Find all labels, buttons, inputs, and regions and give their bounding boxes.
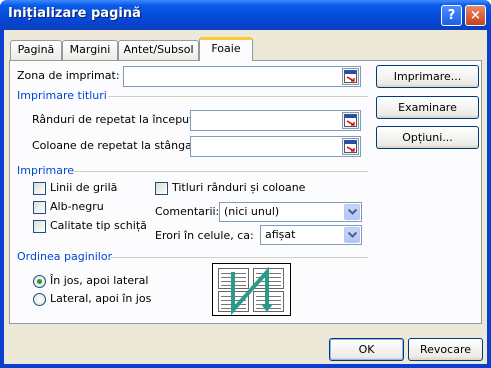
over-then-down-radio[interactable] — [33, 293, 46, 306]
rows-repeat-field[interactable] — [190, 110, 361, 131]
comments-dropdown[interactable]: (nici unul) — [219, 202, 362, 222]
rows-repeat-label: Rânduri de repetat la început: — [32, 113, 198, 126]
preview-button[interactable]: Examinare — [376, 96, 479, 119]
collapse-dialog-icon — [344, 114, 357, 127]
print-area-label: Zona de imprimat: — [17, 69, 120, 82]
cancel-button[interactable]: Revocare — [408, 338, 483, 361]
cols-repeat-field[interactable] — [190, 136, 361, 157]
black-white-label: Alb-negru — [50, 200, 104, 213]
gridlines-checkbox[interactable] — [33, 182, 46, 195]
rows-repeat-collapse-button[interactable] — [342, 112, 359, 129]
tab-header-footer[interactable]: Antet/Subsol — [118, 40, 199, 60]
dialog-window: Inițializare pagină ? × Pagină Margini A… — [0, 0, 491, 368]
gridlines-label: Linii de grilă — [50, 181, 118, 194]
cols-repeat-collapse-button[interactable] — [342, 138, 359, 155]
page-order-diagram-icon — [218, 266, 284, 316]
comments-selected-value: (nici unul) — [224, 205, 280, 218]
print-area-collapse-button[interactable] — [342, 68, 359, 85]
collapse-dialog-icon — [344, 70, 357, 83]
print-titles-divider — [108, 96, 368, 97]
chevron-down-icon — [348, 209, 357, 215]
down-then-over-radio[interactable] — [33, 275, 46, 288]
comments-dropdown-arrow[interactable] — [344, 204, 360, 220]
radio-selected-dot — [37, 279, 42, 284]
page-order-divider — [108, 257, 368, 258]
options-button[interactable]: Opțiuni... — [376, 126, 479, 149]
tab-margins[interactable]: Margini — [62, 40, 118, 60]
errors-label: Erori în celule, ca: — [155, 229, 254, 242]
row-col-headings-label: Titluri rânduri și coloane — [172, 181, 306, 194]
draft-quality-checkbox[interactable] — [33, 220, 46, 233]
print-heading: Imprimare — [17, 164, 75, 177]
over-then-down-label: Lateral, apoi în jos — [50, 292, 152, 305]
errors-dropdown-arrow[interactable] — [344, 227, 360, 243]
chevron-down-icon — [348, 232, 357, 238]
print-area-field[interactable] — [123, 66, 361, 87]
page-order-heading: Ordinea paginilor — [17, 250, 113, 263]
tab-sheet[interactable]: Foaie — [199, 37, 253, 61]
errors-dropdown[interactable]: afișat — [260, 225, 362, 245]
page-order-preview — [212, 263, 291, 316]
dialog-title: Inițializare pagină — [8, 6, 141, 21]
cols-repeat-label: Coloane de repetat la stânga: — [32, 139, 196, 152]
print-divider — [72, 171, 368, 172]
down-then-over-label: În jos, apoi lateral — [50, 274, 149, 287]
row-col-headings-checkbox[interactable] — [155, 182, 168, 195]
close-button[interactable]: × — [465, 5, 486, 26]
dialog-client-area: Pagină Margini Antet/Subsol Foaie Zona d… — [4, 30, 487, 364]
print-titles-heading: Imprimare titluri — [17, 89, 107, 102]
black-white-checkbox[interactable] — [33, 201, 46, 214]
tab-page[interactable]: Pagină — [10, 40, 62, 60]
print-button[interactable]: Imprimare... — [376, 65, 479, 88]
draft-quality-label: Calitate tip schiță — [50, 219, 147, 232]
ok-button[interactable]: OK — [329, 338, 404, 361]
title-bar[interactable]: Inițializare pagină ? × — [0, 0, 491, 30]
collapse-dialog-icon — [344, 140, 357, 153]
help-button[interactable]: ? — [441, 5, 462, 26]
comments-label: Comentarii: — [155, 205, 220, 218]
errors-selected-value: afișat — [265, 228, 296, 241]
